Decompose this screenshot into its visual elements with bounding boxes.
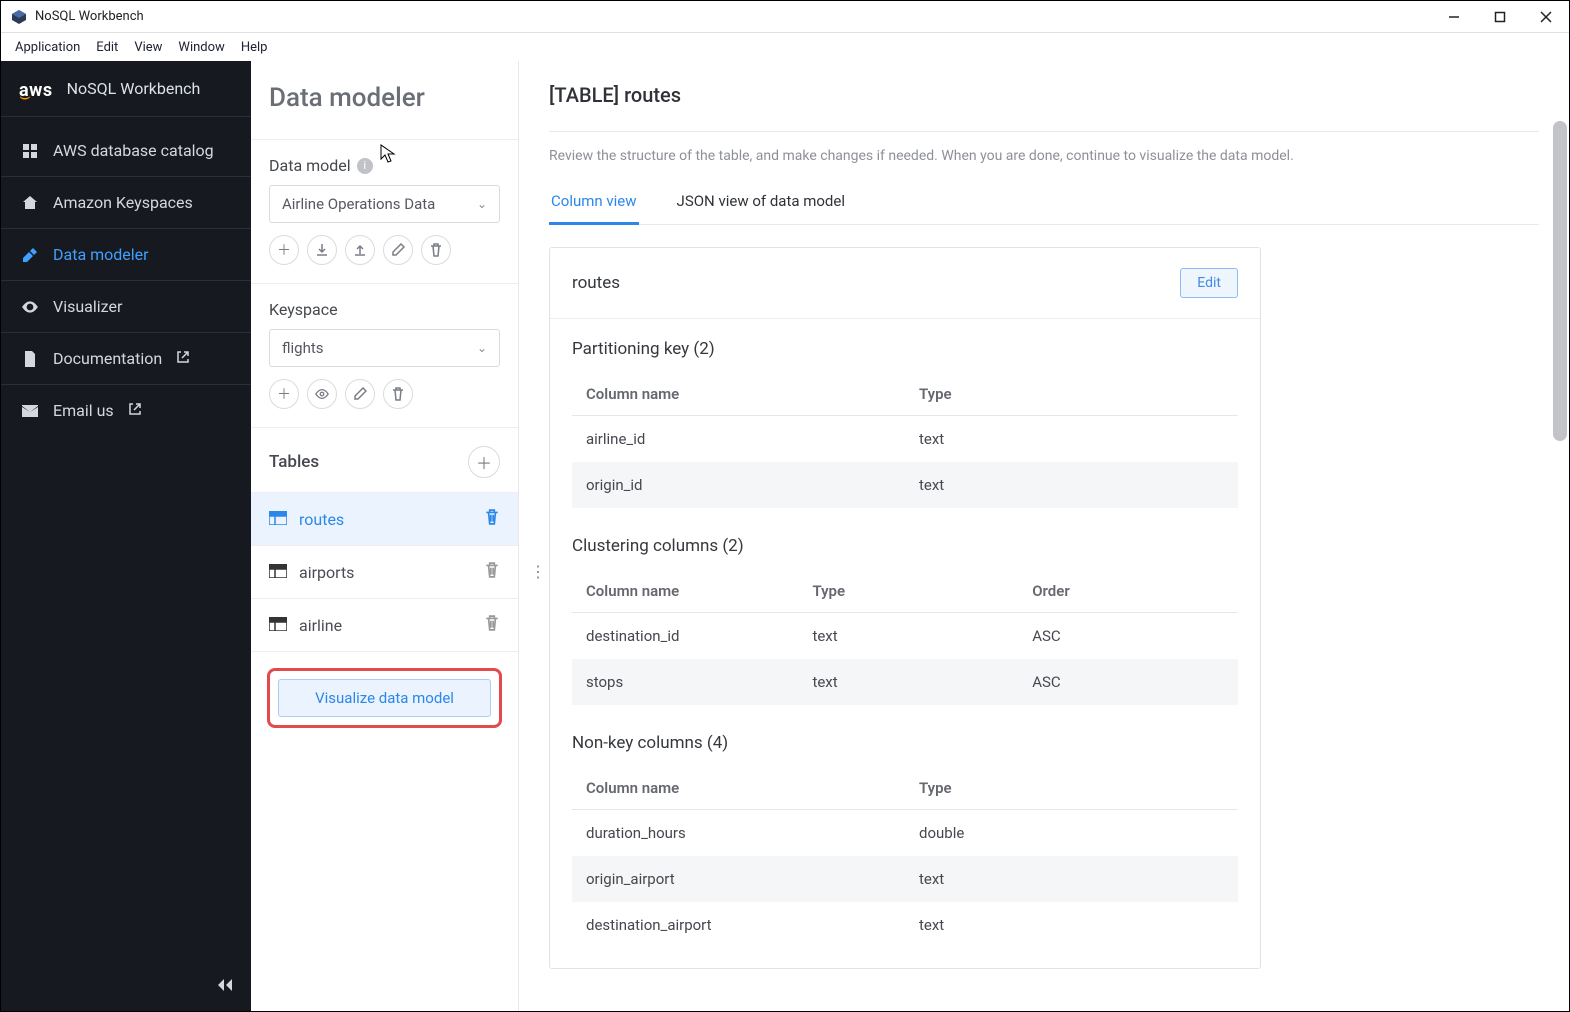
menu-view[interactable]: View: [126, 36, 170, 59]
aws-logo: aws ⌣: [19, 80, 53, 97]
keyspace-edit-button[interactable]: [345, 379, 375, 409]
clustering-title: Clustering columns (2): [572, 536, 1238, 556]
model-download-button[interactable]: [307, 235, 337, 265]
table-row: stopstextASC: [572, 659, 1238, 705]
modeler-panel: Data modeler Data model i Airline Operat…: [251, 61, 519, 1011]
clustering-table: Column name Type Order destination_idtex…: [572, 570, 1238, 705]
model-upload-button[interactable]: [345, 235, 375, 265]
table-icon: [269, 510, 287, 529]
minimize-button[interactable]: [1431, 1, 1477, 33]
table-item-routes[interactable]: routes: [251, 492, 518, 545]
mail-icon: [21, 402, 39, 420]
sidebar-item-email[interactable]: Email us: [1, 385, 251, 436]
table-row: origin_idtext: [572, 462, 1238, 508]
sidebar: aws ⌣ NoSQL Workbench AWS database catal…: [1, 61, 251, 1011]
chevron-down-icon: ⌄: [477, 341, 487, 355]
table-card: routes Edit Partitioning key (2) Column …: [549, 247, 1261, 969]
sidebar-item-label: Documentation: [53, 349, 162, 368]
sidebar-item-docs[interactable]: Documentation: [1, 333, 251, 385]
sidebar-title: NoSQL Workbench: [67, 79, 201, 98]
menu-application[interactable]: Application: [7, 36, 88, 59]
keyspace-view-button[interactable]: [307, 379, 337, 409]
edit-button[interactable]: Edit: [1180, 268, 1238, 298]
model-add-button[interactable]: ＋: [269, 235, 299, 265]
keyspace-delete-button[interactable]: [383, 379, 413, 409]
delete-table-button[interactable]: [484, 509, 500, 529]
app-icon: [11, 9, 27, 25]
sidebar-item-modeler[interactable]: Data modeler: [1, 229, 251, 281]
tool-icon: [21, 246, 39, 264]
info-icon[interactable]: i: [357, 158, 373, 174]
tab-column-view[interactable]: Column view: [549, 184, 639, 225]
panel-heading: Data modeler: [251, 61, 518, 139]
close-button[interactable]: [1523, 1, 1569, 33]
model-edit-button[interactable]: [383, 235, 413, 265]
model-delete-button[interactable]: [421, 235, 451, 265]
tabs: Column view JSON view of data model: [549, 184, 1539, 225]
maximize-button[interactable]: [1477, 1, 1523, 33]
tables-list: routes airports airline: [251, 492, 518, 651]
menu-edit[interactable]: Edit: [88, 36, 126, 59]
sidebar-item-label: Amazon Keyspaces: [53, 193, 193, 212]
partitioning-title: Partitioning key (2): [572, 339, 1238, 359]
table-row: destination_idtextASC: [572, 613, 1238, 660]
table-row: destination_airporttext: [572, 902, 1238, 948]
table-item-airline[interactable]: airline: [251, 598, 518, 651]
nonkey-title: Non-key columns (4): [572, 733, 1238, 753]
delete-table-button[interactable]: [484, 615, 500, 635]
sidebar-item-visualizer[interactable]: Visualizer: [1, 281, 251, 333]
collapse-sidebar-button[interactable]: [215, 976, 233, 997]
content-title: [TABLE] routes: [549, 83, 1539, 107]
menu-help[interactable]: Help: [233, 36, 276, 59]
table-icon: [269, 616, 287, 635]
chevron-down-icon: ⌄: [477, 197, 487, 211]
doc-icon: [21, 350, 39, 368]
table-icon: [269, 563, 287, 582]
external-icon: [176, 349, 190, 368]
menu-window[interactable]: Window: [170, 36, 232, 59]
visualize-button[interactable]: Visualize data model: [278, 679, 491, 717]
scrollbar[interactable]: [1553, 121, 1567, 441]
nonkey-table: Column name Type duration_hoursdouble or…: [572, 767, 1238, 948]
external-icon: [128, 401, 142, 420]
sidebar-item-catalog[interactable]: AWS database catalog: [1, 125, 251, 177]
table-row: duration_hoursdouble: [572, 810, 1238, 857]
add-table-button[interactable]: ＋: [468, 446, 500, 478]
sidebar-item-label: Email us: [53, 401, 114, 420]
tables-label: Tables: [269, 452, 319, 472]
grid-icon: [21, 142, 39, 160]
tab-json-view[interactable]: JSON view of data model: [675, 184, 847, 224]
sidebar-item-label: AWS database catalog: [53, 141, 214, 160]
window-title: NoSQL Workbench: [35, 9, 144, 24]
content-description: Review the structure of the table, and m…: [549, 148, 1539, 164]
table-item-airports[interactable]: airports: [251, 545, 518, 598]
model-label: Data model i: [269, 156, 500, 175]
delete-table-button[interactable]: [484, 562, 500, 582]
home-icon: [21, 194, 39, 212]
sidebar-item-label: Visualizer: [53, 297, 122, 316]
card-title: routes: [572, 273, 620, 293]
table-row: origin_airporttext: [572, 856, 1238, 902]
keyspace-select[interactable]: flights ⌄: [269, 329, 500, 367]
titlebar: NoSQL Workbench: [1, 1, 1569, 33]
model-select[interactable]: Airline Operations Data ⌄: [269, 185, 500, 223]
eye-icon: [21, 298, 39, 316]
sidebar-item-label: Data modeler: [53, 245, 149, 264]
partitioning-table: Column name Type airline_idtext origin_i…: [572, 373, 1238, 508]
keyspace-label: Keyspace: [269, 300, 500, 319]
menubar: Application Edit View Window Help: [1, 33, 1569, 61]
keyspace-add-button[interactable]: ＋: [269, 379, 299, 409]
sidebar-item-keyspaces[interactable]: Amazon Keyspaces: [1, 177, 251, 229]
visualize-highlight: Visualize data model: [267, 668, 502, 728]
table-row: airline_idtext: [572, 416, 1238, 463]
content-area: [TABLE] routes Review the structure of t…: [519, 61, 1569, 991]
